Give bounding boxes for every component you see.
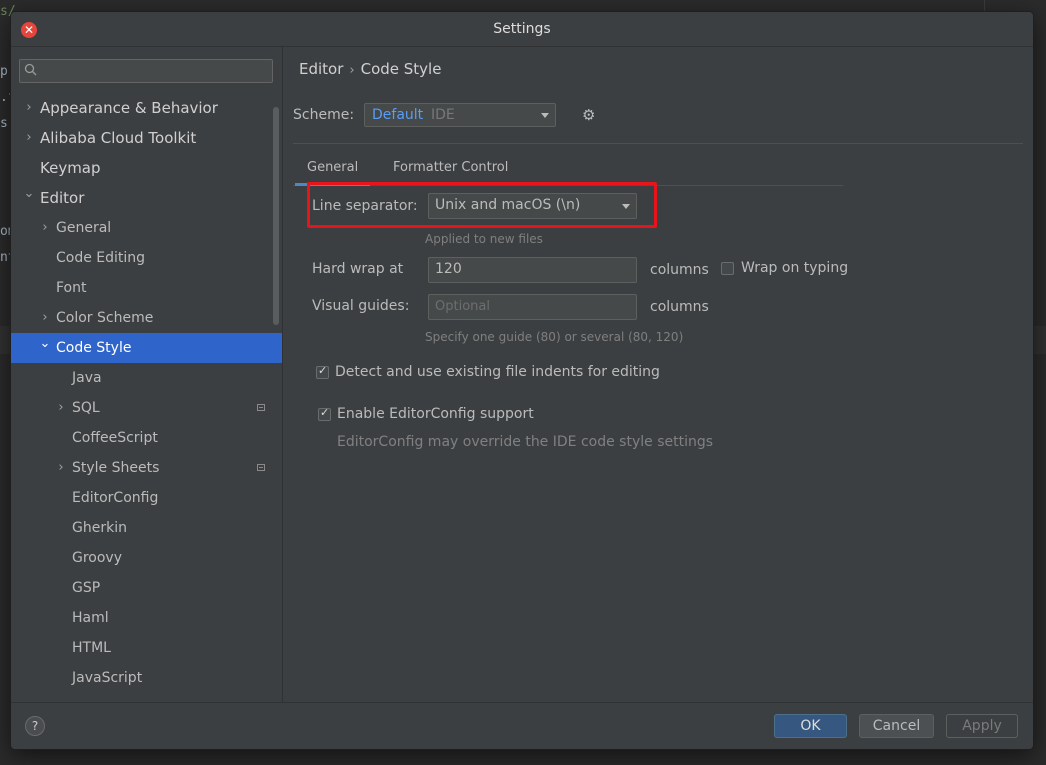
line-separator-label: Line separator: xyxy=(312,198,418,214)
sidebar-item-general[interactable]: › General xyxy=(11,213,282,243)
settings-dialog: ✕ Settings › Appearance & Behavior › Alibab… xyxy=(11,12,1033,749)
sidebar-item-html[interactable]: HTML xyxy=(11,633,282,663)
scheme-dropdown[interactable]: Default IDE xyxy=(364,103,556,127)
sidebar-item-alibaba-cloud-toolkit[interactable]: › Alibaba Cloud Toolkit xyxy=(11,123,282,153)
sidebar-item-label: General xyxy=(56,220,112,236)
sidebar-item-javascript[interactable]: JavaScript xyxy=(11,663,282,693)
chevron-right-icon[interactable]: › xyxy=(55,453,67,483)
scheme-label: Scheme: xyxy=(293,107,355,123)
sidebar-item-java[interactable]: Java xyxy=(11,363,282,393)
visual-guides-input[interactable]: Optional xyxy=(428,294,637,320)
sidebar-item-sql[interactable]: › SQL xyxy=(11,393,282,423)
settings-tree: › Appearance & Behavior › Alibaba Cloud Too… xyxy=(11,93,282,693)
chevron-down-icon[interactable]: ⌄ xyxy=(39,329,51,359)
search-input[interactable] xyxy=(19,59,273,83)
editorconfig-label[interactable]: Enable EditorConfig support xyxy=(337,406,534,422)
hard-wrap-unit: columns xyxy=(650,262,709,278)
sidebar-item-label: JavaScript xyxy=(72,670,143,686)
apply-button[interactable]: Apply xyxy=(946,714,1018,738)
breadcrumb-parent[interactable]: Editor xyxy=(299,60,343,78)
settings-content: Editor › Code Style Scheme: Default IDE ⚙ … xyxy=(283,47,1033,702)
title-bar: ✕ Settings xyxy=(11,12,1033,47)
chevron-right-icon[interactable]: › xyxy=(39,213,51,243)
sidebar-item-label: HTML xyxy=(72,640,111,656)
dialog-footer: ? OK Cancel Apply xyxy=(11,702,1033,749)
chevron-right-icon[interactable]: › xyxy=(55,393,67,423)
breadcrumb: Editor › Code Style xyxy=(299,60,441,78)
sidebar-item-label: Groovy xyxy=(72,550,122,566)
editorconfig-note: EditorConfig may override the IDE code s… xyxy=(337,434,714,450)
chevron-down-icon xyxy=(622,204,630,209)
sidebar-item-label: Java xyxy=(72,370,102,386)
sidebar-item-style-sheets[interactable]: › Style Sheets xyxy=(11,453,282,483)
settings-sidebar: › Appearance & Behavior › Alibaba Cloud Too… xyxy=(11,47,283,702)
sidebar-item-label: EditorConfig xyxy=(72,490,159,506)
sidebar-item-label: Font xyxy=(56,280,87,296)
sidebar-item-editorconfig[interactable]: EditorConfig xyxy=(11,483,282,513)
sidebar-item-label: SQL xyxy=(72,400,100,416)
tab-formatter-control[interactable]: Formatter Control xyxy=(393,160,508,175)
detect-indents-checkbox[interactable] xyxy=(316,364,329,379)
sidebar-item-label: Alibaba Cloud Toolkit xyxy=(40,129,197,147)
sidebar-item-gherkin[interactable]: Gherkin xyxy=(11,513,282,543)
search-icon xyxy=(24,63,38,77)
chevron-down-icon xyxy=(541,113,549,118)
sidebar-item-label: Appearance & Behavior xyxy=(40,99,218,117)
visual-guides-placeholder: Optional xyxy=(435,299,490,314)
sidebar-item-haml[interactable]: Haml xyxy=(11,603,282,633)
gear-icon[interactable]: ⚙ xyxy=(582,106,595,124)
line-separator-value: Unix and macOS (\n) xyxy=(435,197,581,213)
editorconfig-checkbox[interactable] xyxy=(318,406,331,421)
background-code-line: p xyxy=(0,64,8,79)
sidebar-item-font[interactable]: Font xyxy=(11,273,282,303)
sidebar-item-keymap[interactable]: Keymap xyxy=(11,153,282,183)
sidebar-item-label: Style Sheets xyxy=(72,460,160,476)
scheme-kind: IDE xyxy=(431,107,455,123)
divider xyxy=(293,143,1023,144)
chevron-down-icon[interactable]: ⌄ xyxy=(23,179,35,209)
line-separator-dropdown[interactable]: Unix and macOS (\n) xyxy=(428,193,637,219)
chevron-right-icon[interactable]: › xyxy=(23,123,35,153)
visual-guides-label: Visual guides: xyxy=(312,298,410,314)
sidebar-item-appearance-behavior[interactable]: › Appearance & Behavior xyxy=(11,93,282,123)
hard-wrap-label: Hard wrap at xyxy=(312,261,404,277)
project-settings-icon xyxy=(257,404,265,411)
cancel-button[interactable]: Cancel xyxy=(859,714,934,738)
chevron-right-icon[interactable]: › xyxy=(23,93,35,123)
detect-indents-label[interactable]: Detect and use existing file indents for… xyxy=(335,364,660,380)
sidebar-item-editor[interactable]: ⌄ Editor xyxy=(11,183,282,213)
sidebar-item-code-editing[interactable]: Code Editing xyxy=(11,243,282,273)
window-title: Settings xyxy=(493,21,551,37)
ok-button[interactable]: OK xyxy=(774,714,847,738)
wrap-on-typing-label[interactable]: Wrap on typing xyxy=(741,260,848,276)
sidebar-item-label: Gherkin xyxy=(72,520,127,536)
tab-general[interactable]: General xyxy=(294,160,371,186)
sidebar-item-label: Haml xyxy=(72,610,109,626)
sidebar-item-label: Code Editing xyxy=(56,250,146,266)
sidebar-item-color-scheme[interactable]: › Color Scheme xyxy=(11,303,282,333)
sidebar-item-label: CoffeeScript xyxy=(72,430,158,446)
project-settings-icon xyxy=(257,464,265,471)
sidebar-item-label: Editor xyxy=(40,189,85,207)
sidebar-scrollbar[interactable] xyxy=(273,107,279,325)
visual-guides-hint: Specify one guide (80) or several (80, 1… xyxy=(425,330,684,344)
help-button[interactable]: ? xyxy=(25,716,45,736)
line-separator-hint: Applied to new files xyxy=(425,232,543,246)
sidebar-item-label: Code Style xyxy=(56,340,132,356)
sidebar-item-groovy[interactable]: Groovy xyxy=(11,543,282,573)
visual-guides-unit: columns xyxy=(650,299,709,315)
sidebar-item-label: Color Scheme xyxy=(56,310,154,326)
breadcrumb-current: Code Style xyxy=(360,60,442,78)
hard-wrap-input[interactable]: 120 xyxy=(428,257,637,283)
breadcrumb-separator: › xyxy=(349,63,355,78)
sidebar-item-label: Keymap xyxy=(40,159,101,177)
sidebar-item-label: GSP xyxy=(72,580,101,596)
sidebar-item-coffeescript[interactable]: CoffeeScript xyxy=(11,423,282,453)
wrap-on-typing-checkbox[interactable] xyxy=(721,262,734,275)
sidebar-item-code-style[interactable]: ⌄ Code Style xyxy=(11,333,282,363)
scheme-name: Default xyxy=(372,107,424,123)
hard-wrap-value: 120 xyxy=(435,261,462,277)
sidebar-item-gsp[interactable]: GSP xyxy=(11,573,282,603)
